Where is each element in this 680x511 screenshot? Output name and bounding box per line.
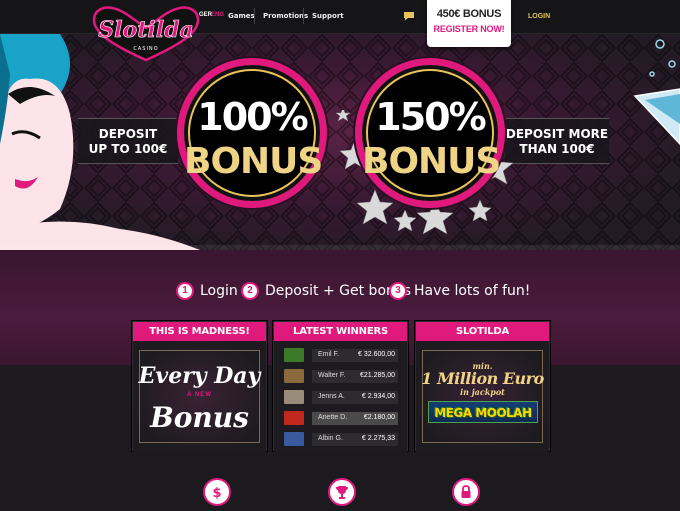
winner-amount: € 2.934,00: [361, 393, 395, 400]
in-jackpot-text: in jackpot: [460, 387, 505, 397]
madness-card-title: THIS IS MADNESS!: [133, 322, 266, 341]
game-thumbnail[interactable]: [284, 432, 304, 446]
winner-row: Anette D. €2.180,00: [274, 408, 407, 429]
bonus-100-label: BONUS: [184, 141, 323, 182]
winners-card-title: LATEST WINNERS: [274, 322, 407, 341]
winner-amount: €21.285,00: [359, 372, 395, 379]
chat-icon[interactable]: [403, 11, 415, 21]
winner-name: Jenns A.: [318, 393, 345, 400]
winner-amount: €2.180,00: [363, 414, 395, 421]
dollar-icon[interactable]: $: [203, 478, 231, 506]
plate-left-line2: UP TO 100€: [88, 142, 168, 156]
step-number-1: 1: [176, 282, 194, 300]
winner-row: Emil F. € 32.600,00: [274, 345, 407, 366]
step-label-login: Login: [200, 283, 238, 299]
every-day-text: Every Day: [138, 363, 261, 389]
game-thumbnail[interactable]: [284, 348, 304, 362]
winner-amount: € 32.600,00: [358, 351, 395, 358]
deposit-plate-left: DEPOSIT UP TO 100€: [78, 118, 178, 164]
madness-card[interactable]: THIS IS MADNESS! Every Day A NEW Bonus: [132, 321, 267, 452]
winner-name: Albin G.: [318, 435, 343, 442]
mega-moolah-logo[interactable]: MEGA MOOLAH: [428, 401, 538, 423]
lock-icon[interactable]: [452, 478, 480, 506]
lang-eng-link[interactable]: ENG: [211, 12, 224, 18]
logo-text: Slotilda: [98, 17, 193, 43]
slotilda-logo[interactable]: Slotilda CASINO: [90, 4, 202, 62]
winner-row: Walter F. €21.285,00: [274, 366, 407, 387]
martini-illustration: [633, 39, 680, 146]
winner-row: Albin G. € 2.275,33: [274, 429, 407, 450]
bonus-circle-150[interactable]: 150% BONUS: [355, 58, 505, 208]
bonus-amount: 450€ BONUS: [436, 8, 502, 20]
game-thumbnail[interactable]: [284, 390, 304, 404]
madness-card-body: Every Day A NEW Bonus: [133, 341, 266, 452]
latest-winners-card: LATEST WINNERS Emil F. € 32.600,00 Walter …: [273, 321, 408, 452]
bonus-circle-100[interactable]: 100% BONUS: [177, 58, 327, 208]
nav-promotions[interactable]: Promotions: [263, 12, 308, 20]
nav-games[interactable]: Games: [228, 12, 255, 20]
jackpot-amount-text: 1 Million Euro: [421, 369, 544, 388]
step-number-2: 2: [241, 282, 259, 300]
winner-amount: € 2.275,33: [361, 435, 395, 442]
bonus-script-text: Bonus: [150, 401, 249, 434]
register-now-button[interactable]: REGISTER NOW!: [427, 24, 511, 34]
bonus-100-percent: 100%: [197, 95, 308, 139]
logo-subtext: CASINO: [133, 46, 158, 52]
svg-text:$: $: [212, 486, 221, 500]
nav-support[interactable]: Support: [312, 12, 344, 20]
bonus-150-percent: 150%: [375, 95, 486, 139]
winner-name: Walter F.: [318, 372, 346, 379]
winners-list: Emil F. € 32.600,00 Walter F. €21.285,00 Jen…: [274, 345, 407, 450]
winners-card-body: Emil F. € 32.600,00 Walter F. €21.285,00 Jen…: [274, 341, 407, 452]
recommends-card-body: min. 1 Million Euro in jackpot MEGA MOOL…: [416, 341, 549, 452]
recommends-card[interactable]: SLOTILDA RECOMMENDS min. 1 Million Euro …: [415, 321, 550, 452]
winner-row: Jenns A. € 2.934,00: [274, 387, 407, 408]
login-link[interactable]: LOGIN: [528, 13, 550, 20]
register-bonus-box[interactable]: 450€ BONUS REGISTER NOW!: [427, 0, 511, 47]
step-number-3: 3: [389, 282, 407, 300]
plate-left-line1: DEPOSIT: [98, 127, 158, 141]
bonus-150-label: BONUS: [362, 141, 501, 182]
game-thumbnail[interactable]: [284, 369, 304, 383]
nav-divider: [303, 8, 304, 24]
nav-divider: [254, 8, 255, 24]
step-label-fun: Have lots of fun!: [414, 283, 531, 299]
trophy-icon[interactable]: [328, 478, 356, 506]
game-thumbnail[interactable]: [284, 411, 304, 425]
recommends-card-title: SLOTILDA RECOMMENDS: [416, 322, 549, 356]
winner-name: Anette D.: [318, 414, 348, 421]
a-new-text: A NEW: [187, 392, 212, 398]
winner-name: Emil F.: [318, 351, 339, 358]
